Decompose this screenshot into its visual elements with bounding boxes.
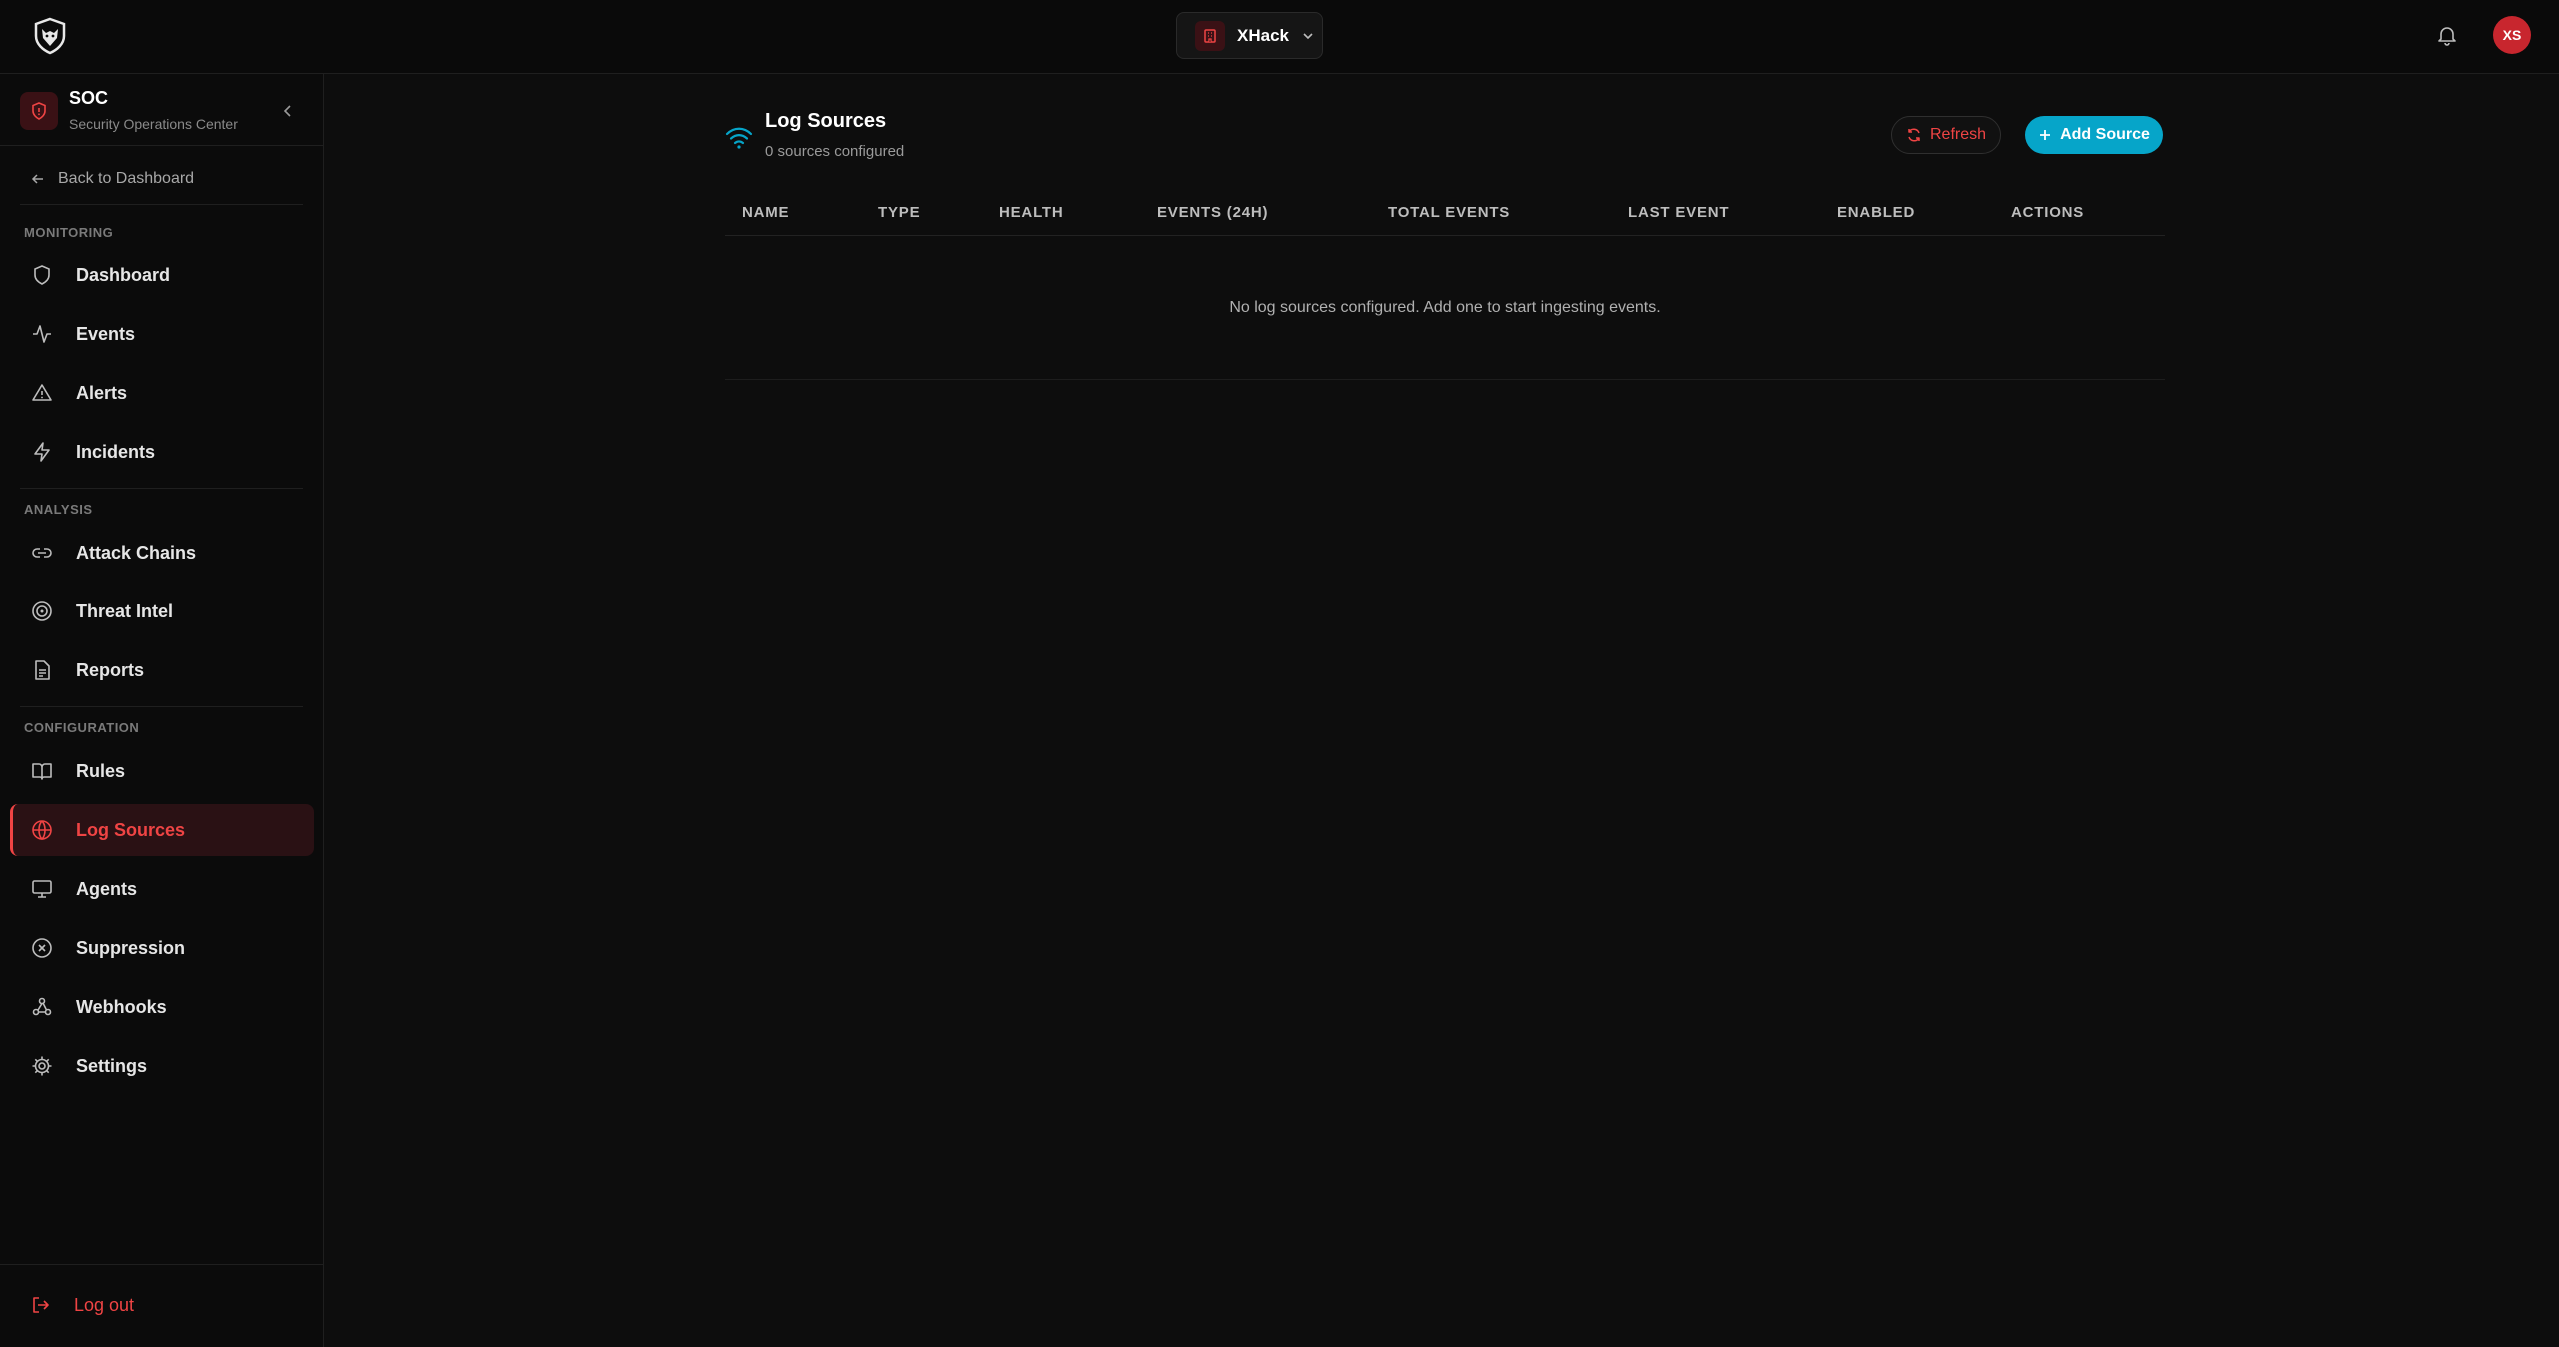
column-header-name[interactable]: NAME <box>742 204 789 221</box>
sidebar-item-webhooks[interactable]: Webhooks <box>10 981 314 1033</box>
sidebar-item-settings[interactable]: Settings <box>10 1040 314 1092</box>
wolf-shield-logo-icon[interactable] <box>30 16 70 56</box>
sidebar-item-suppression[interactable]: Suppression <box>10 922 314 974</box>
top-bar: XHack XS <box>0 0 2559 74</box>
sidebar-item-dashboard[interactable]: Dashboard <box>10 249 314 301</box>
section-label-analysis: ANALYSIS <box>24 502 93 517</box>
column-header-enabled[interactable]: ENABLED <box>1837 204 1915 221</box>
sidebar-subtitle: Security Operations Center <box>69 116 238 132</box>
sidebar-item-events[interactable]: Events <box>10 308 314 360</box>
log-out-icon <box>30 1294 52 1316</box>
workspace-name: XHack <box>1237 25 1289 45</box>
back-to-dashboard-link[interactable]: Back to Dashboard <box>30 164 194 194</box>
sidebar-item-log-sources[interactable]: Log Sources <box>10 804 314 856</box>
sidebar-item-label: Dashboard <box>76 264 171 285</box>
page-subtitle: 0 sources configured <box>765 143 905 160</box>
sidebar-item-label: Alerts <box>76 382 128 403</box>
column-header-events-24h[interactable]: EVENTS (24H) <box>1157 204 1268 221</box>
add-source-button[interactable]: Add Source <box>2025 116 2163 154</box>
sidebar: SOC Security Operations Center Back to D… <box>0 74 324 1347</box>
section-label-monitoring: MONITORING <box>24 225 114 240</box>
divider <box>20 706 303 707</box>
sidebar-item-incidents[interactable]: Incidents <box>10 426 314 478</box>
user-avatar[interactable]: XS <box>2493 16 2531 54</box>
sidebar-item-rules[interactable]: Rules <box>10 745 314 797</box>
column-header-last-event[interactable]: LAST EVENT <box>1628 204 1729 221</box>
bell-icon[interactable] <box>2434 22 2460 48</box>
divider <box>20 204 303 205</box>
column-header-health[interactable]: HEALTH <box>999 204 1064 221</box>
sidebar-item-label: Events <box>76 323 136 344</box>
book-open-icon <box>30 759 54 783</box>
arrow-left-icon <box>30 171 46 187</box>
logout-label: Log out <box>74 1294 135 1315</box>
sidebar-item-agents[interactable]: Agents <box>10 863 314 915</box>
column-header-type[interactable]: TYPE <box>878 204 920 221</box>
column-header-total-events[interactable]: TOTAL EVENTS <box>1388 204 1510 221</box>
log-sources-table: NAME TYPE HEALTH EVENTS (24H) TOTAL EVEN… <box>725 192 2165 380</box>
logout-button[interactable]: Log out <box>30 1294 134 1316</box>
x-circle-icon <box>30 936 54 960</box>
divider <box>20 488 303 489</box>
file-text-icon <box>30 658 54 682</box>
page-title: Log Sources <box>765 110 887 132</box>
sidebar-item-label: Attack Chains <box>76 542 197 563</box>
sidebar-item-label: Log Sources <box>76 819 186 840</box>
target-icon <box>30 599 54 623</box>
sidebar-item-reports[interactable]: Reports <box>10 644 314 696</box>
refresh-label: Refresh <box>1929 126 1987 143</box>
column-header-actions: ACTIONS <box>2011 204 2085 221</box>
gear-icon <box>30 1054 54 1078</box>
shield-alert-icon <box>20 92 58 130</box>
wifi-icon <box>723 122 755 154</box>
sidebar-item-alerts[interactable]: Alerts <box>10 367 314 419</box>
refresh-icon <box>1906 127 1922 143</box>
add-source-label: Add Source <box>2060 126 2150 143</box>
back-label: Back to Dashboard <box>58 170 195 187</box>
empty-state-message: No log sources configured. Add one to st… <box>725 236 2165 380</box>
workspace-switcher[interactable]: XHack <box>1176 12 1323 59</box>
sidebar-header: SOC Security Operations Center <box>0 74 323 146</box>
plus-icon <box>2038 128 2052 142</box>
sidebar-item-label: Incidents <box>76 441 156 462</box>
sidebar-item-threat-intel[interactable]: Threat Intel <box>10 585 314 637</box>
divider <box>0 1264 323 1265</box>
monitor-icon <box>30 877 54 901</box>
sidebar-item-attack-chains[interactable]: Attack Chains <box>10 527 314 579</box>
globe-icon <box>30 818 54 842</box>
zap-icon <box>30 440 54 464</box>
section-label-configuration: CONFIGURATION <box>24 720 140 735</box>
sidebar-title: SOC <box>69 88 109 108</box>
sidebar-item-label: Reports <box>76 659 145 680</box>
activity-icon <box>30 322 54 346</box>
sidebar-item-label: Agents <box>76 878 138 899</box>
sidebar-item-label: Settings <box>76 1055 148 1076</box>
chevron-down-icon <box>1301 29 1315 43</box>
sidebar-item-label: Threat Intel <box>76 600 174 621</box>
sidebar-item-label: Webhooks <box>76 996 167 1017</box>
building-icon <box>1195 20 1225 51</box>
table-header: NAME TYPE HEALTH EVENTS (24H) TOTAL EVEN… <box>725 192 2165 236</box>
refresh-button[interactable]: Refresh <box>1891 116 2001 154</box>
sidebar-item-label: Rules <box>76 760 126 781</box>
chevron-left-icon[interactable] <box>278 101 298 121</box>
webhook-icon <box>30 995 54 1019</box>
sidebar-item-label: Suppression <box>76 937 186 958</box>
alert-triangle-icon <box>30 381 54 405</box>
shield-icon <box>30 263 54 287</box>
link-icon <box>30 541 54 565</box>
main-content: Log Sources 0 sources configured Refresh… <box>325 74 2559 1347</box>
